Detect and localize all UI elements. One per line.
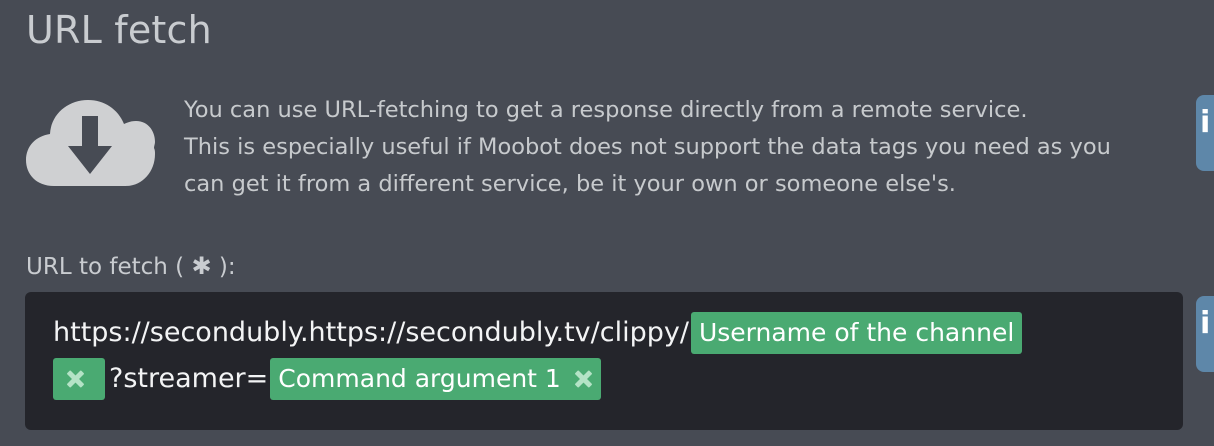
url-input[interactable]: https://secondubly.https://secondubly.tv…	[25, 292, 1183, 430]
info-text: You can use URL-fetching to get a respon…	[184, 92, 1184, 203]
required-icon: ✱	[191, 252, 212, 280]
label-text-suffix: ):	[211, 254, 236, 280]
tag-label: Username of the channel	[698, 318, 1015, 347]
label-text: URL to fetch (	[26, 254, 192, 280]
help-tab-button[interactable]: i	[1196, 95, 1214, 171]
info-icon: i	[1200, 105, 1211, 140]
section-title: URL fetch	[26, 8, 212, 52]
url-field-label: URL to fetch ( ✱ ):	[26, 252, 236, 280]
info-block: You can use URL-fetching to get a respon…	[24, 92, 1184, 212]
remove-tag-icon[interactable]	[573, 369, 593, 389]
info-line: can get it from a different service, be …	[184, 171, 956, 197]
info-icon: i	[1200, 306, 1211, 341]
info-line: You can use URL-fetching to get a respon…	[184, 97, 1028, 123]
url-line-2: ?streamer= Command argument 1	[53, 356, 1155, 402]
cloud-download-icon	[26, 100, 155, 186]
info-line: This is especially useful if Moobot does…	[184, 134, 1111, 160]
tag-command-argument[interactable]: Command argument 1	[270, 358, 601, 400]
url-line-1: https://secondubly.https://secondubly.tv…	[53, 310, 1155, 356]
url-text: https://secondubly.https://secondubly.tv…	[53, 317, 689, 348]
tag-username-remove-area	[53, 358, 105, 400]
url-text: ?streamer=	[109, 363, 269, 394]
help-tab-button[interactable]: i	[1196, 296, 1214, 372]
tag-label: Command argument 1	[278, 364, 561, 393]
remove-tag-icon[interactable]	[65, 369, 85, 389]
tag-username[interactable]: Username of the channel	[690, 312, 1023, 354]
